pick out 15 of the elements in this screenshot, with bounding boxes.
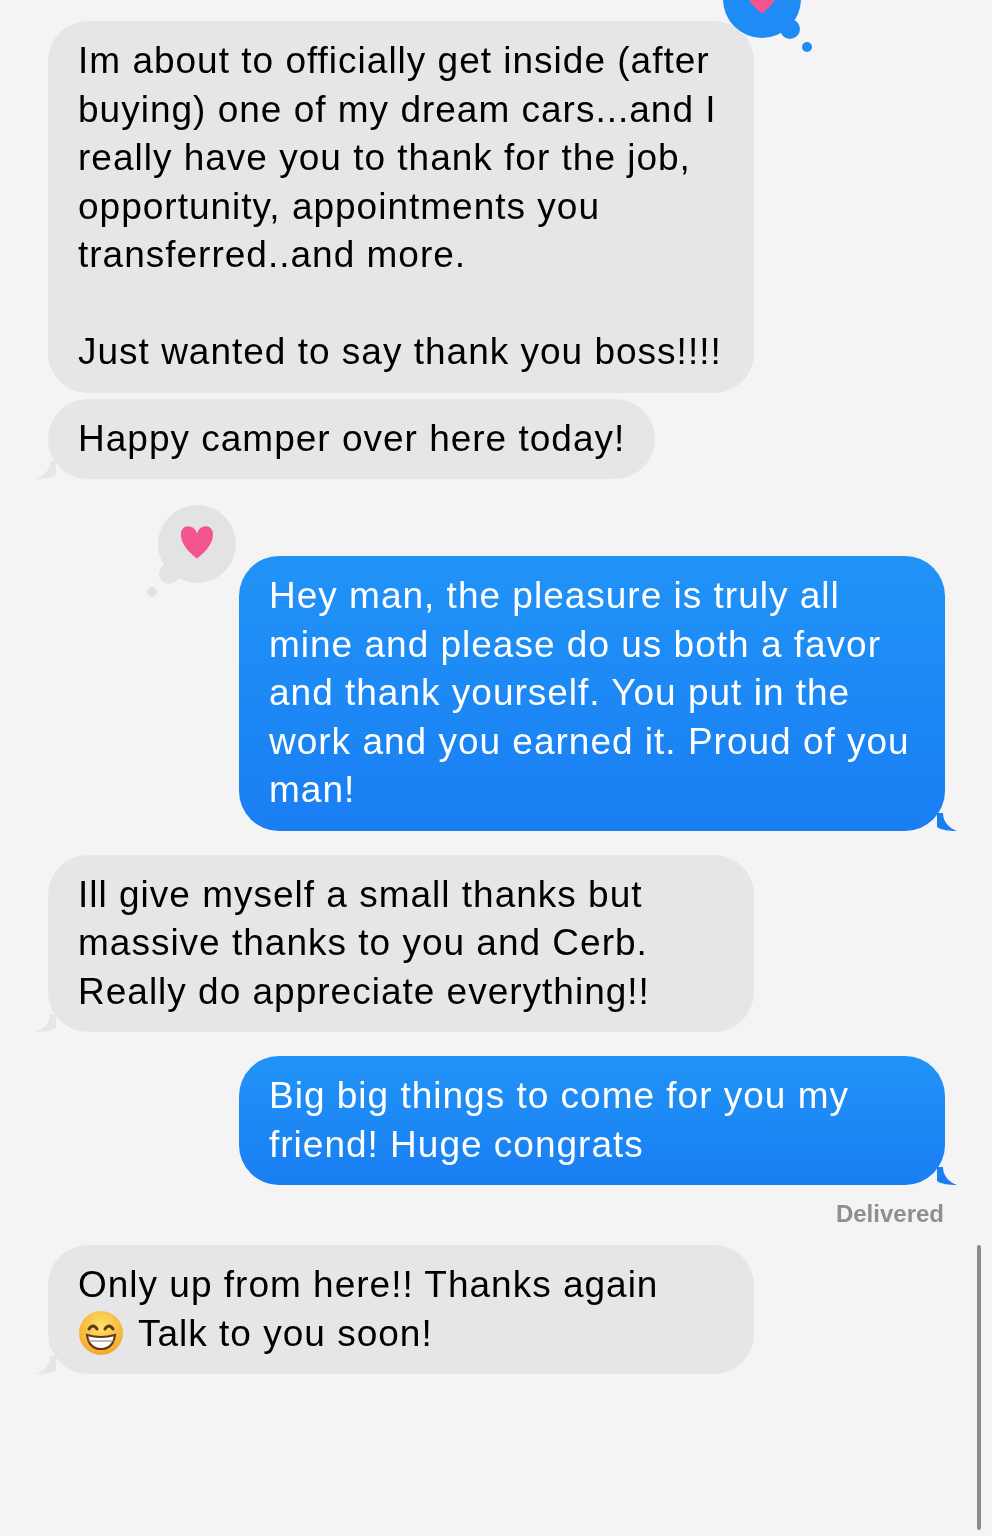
- message-text: Ill give myself a small thanks but massive thanks to you and Cerb. Really do appreciate everything!!: [78, 873, 650, 1012]
- message-bubble[interactable]: Ill give myself a small thanks but massive thanks to you and Cerb. Really do appreciate everything!!: [48, 854, 754, 1032]
- message-bubble[interactable]: Big big things to come for you my friend! Huge congrats: [239, 1056, 945, 1185]
- message-bubble[interactable]: Only up from here!! Thanks again Talk to you soon!: [48, 1245, 754, 1374]
- message-text: Talk to you soon!: [138, 1311, 433, 1356]
- message-text: Only up from here!! Thanks again: [78, 1263, 659, 1307]
- grinning-face-icon: [78, 1309, 124, 1356]
- delivery-status: Delivered: [835, 1199, 944, 1229]
- message-bubble[interactable]: Happy camper over here today!: [48, 398, 656, 479]
- message-bubble[interactable]: Hey man, the pleasure is truly all mine and please do us both a favor and thank yourself. You put in the work and you earned it. Proud of you man!: [239, 556, 945, 831]
- message-text: Big big things to come for you my friend! Huge congrats: [269, 1075, 850, 1165]
- message-text: Happy camper over here today!: [78, 417, 626, 459]
- message-bubble[interactable]: [48, 21, 754, 393]
- message-text: Im about to officially get inside (after buying) one of my dream cars...and I really have you to thank for the job, opportunity, appointments you transferred..and more. Just wanted to say thank you boss!!!!: [78, 40, 722, 372]
- message-text: Hey man, the pleasure is truly all mine and please do us both a favor and thank yourself. You put in the work and you earned it. Proud of you man!: [269, 575, 910, 810]
